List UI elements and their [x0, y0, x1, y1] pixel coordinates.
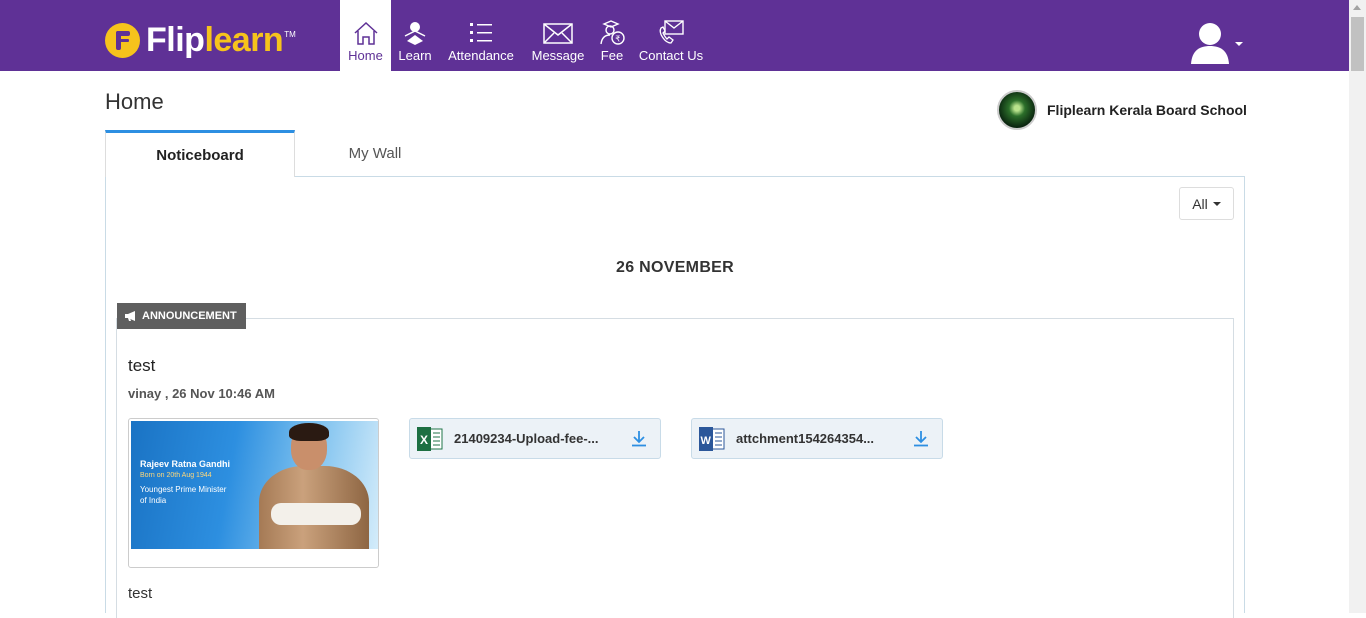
message-icon	[543, 23, 573, 44]
logo-wordmark: Fliplearn	[146, 21, 284, 59]
nav-message[interactable]: Message	[527, 0, 589, 71]
trademark-mark: TM	[284, 30, 296, 39]
scrollbar-thumb[interactable]	[1351, 17, 1364, 71]
image-caption: Rajeev Ratna Gandhi Born on 20th Aug 194…	[140, 459, 230, 506]
excel-file-icon: X	[417, 426, 443, 451]
tab-bar: Noticeboard My Wall	[105, 130, 1245, 177]
page-title: Home	[105, 89, 164, 114]
svg-text:W: W	[701, 435, 712, 447]
nav-home[interactable]: Home	[340, 0, 391, 71]
svg-text:₹: ₹	[615, 35, 620, 44]
attachment-word-name: attchment154264354...	[736, 431, 875, 446]
figure-arms	[271, 503, 361, 525]
attachment-word[interactable]: W attchment154264354...	[691, 418, 943, 459]
school-logo	[997, 90, 1037, 130]
tab-my-wall[interactable]: My Wall	[295, 130, 455, 177]
top-navigation-bar: Fliplearn TM Home Learn Attendance Messa…	[0, 0, 1349, 71]
chevron-down-icon	[1212, 201, 1221, 206]
nav-contact-label: Contact Us	[638, 48, 704, 63]
filter-selected: All	[1192, 195, 1208, 212]
user-menu-caret-icon[interactable]	[1235, 42, 1243, 46]
school-info: Fliplearn Kerala Board School	[997, 90, 1247, 130]
rajeev-gandhi-image: Rajeev Ratna Gandhi Born on 20th Aug 194…	[131, 421, 378, 549]
nav-home-label: Home	[348, 48, 383, 63]
announcement-card: test vinay , 26 Nov 10:46 AM Rajeev Ratn…	[116, 318, 1234, 618]
date-heading: 26 NOVEMBER	[616, 259, 734, 276]
figure-hair	[289, 423, 329, 441]
noticeboard-panel: All 26 NOVEMBER ANNOUNCEMENT test vinay …	[105, 176, 1245, 618]
fee-icon: ₹	[600, 20, 625, 45]
school-name: Fliplearn Kerala Board School	[1047, 102, 1247, 118]
announcement-tag: ANNOUNCEMENT	[117, 303, 246, 329]
attachment-excel-name: 21409234-Upload-fee-...	[454, 431, 599, 446]
post-title: test	[128, 356, 156, 375]
nav-fee[interactable]: ₹ Fee	[596, 0, 628, 71]
word-file-icon: W	[699, 426, 725, 451]
attachment-excel[interactable]: X 21409234-Upload-fee-...	[409, 418, 661, 459]
nav-attendance-label: Attendance	[448, 48, 514, 63]
filter-dropdown[interactable]: All	[1179, 187, 1234, 220]
post-body: test	[128, 585, 153, 602]
download-icon[interactable]	[631, 430, 647, 447]
user-avatar-icon[interactable]	[1190, 20, 1230, 64]
image-caption-line2: of India	[140, 496, 167, 505]
nav-learn[interactable]: Learn	[391, 0, 439, 71]
nav-message-label: Message	[531, 48, 585, 63]
image-caption-born: Born on 20th Aug 1944	[140, 472, 212, 479]
attendance-icon	[470, 23, 492, 42]
scroll-up-arrow-icon[interactable]	[1353, 5, 1361, 10]
post-meta: vinay , 26 Nov 10:46 AM	[128, 386, 275, 401]
megaphone-icon	[125, 311, 135, 321]
logo-badge-icon	[105, 22, 140, 58]
download-icon[interactable]	[913, 430, 929, 447]
nav-attendance[interactable]: Attendance	[441, 0, 521, 71]
contact-icon	[659, 20, 684, 44]
announcement-tag-label: ANNOUNCEMENT	[142, 310, 237, 322]
nav-learn-label: Learn	[398, 48, 432, 63]
home-icon	[353, 21, 378, 45]
page-scrollbar[interactable]	[1349, 0, 1366, 613]
image-caption-name: Rajeev Ratna Gandhi	[140, 459, 231, 469]
fliplearn-logo[interactable]: Fliplearn TM	[105, 20, 296, 60]
tab-noticeboard[interactable]: Noticeboard	[105, 130, 295, 177]
post-image-attachment[interactable]: Rajeev Ratna Gandhi Born on 20th Aug 194…	[128, 418, 379, 568]
nav-contact-us[interactable]: Contact Us	[635, 0, 707, 71]
learn-icon	[404, 22, 426, 45]
svg-text:X: X	[420, 433, 428, 447]
nav-fee-label: Fee	[600, 48, 624, 63]
image-caption-line1: Youngest Prime Minister	[140, 485, 227, 494]
